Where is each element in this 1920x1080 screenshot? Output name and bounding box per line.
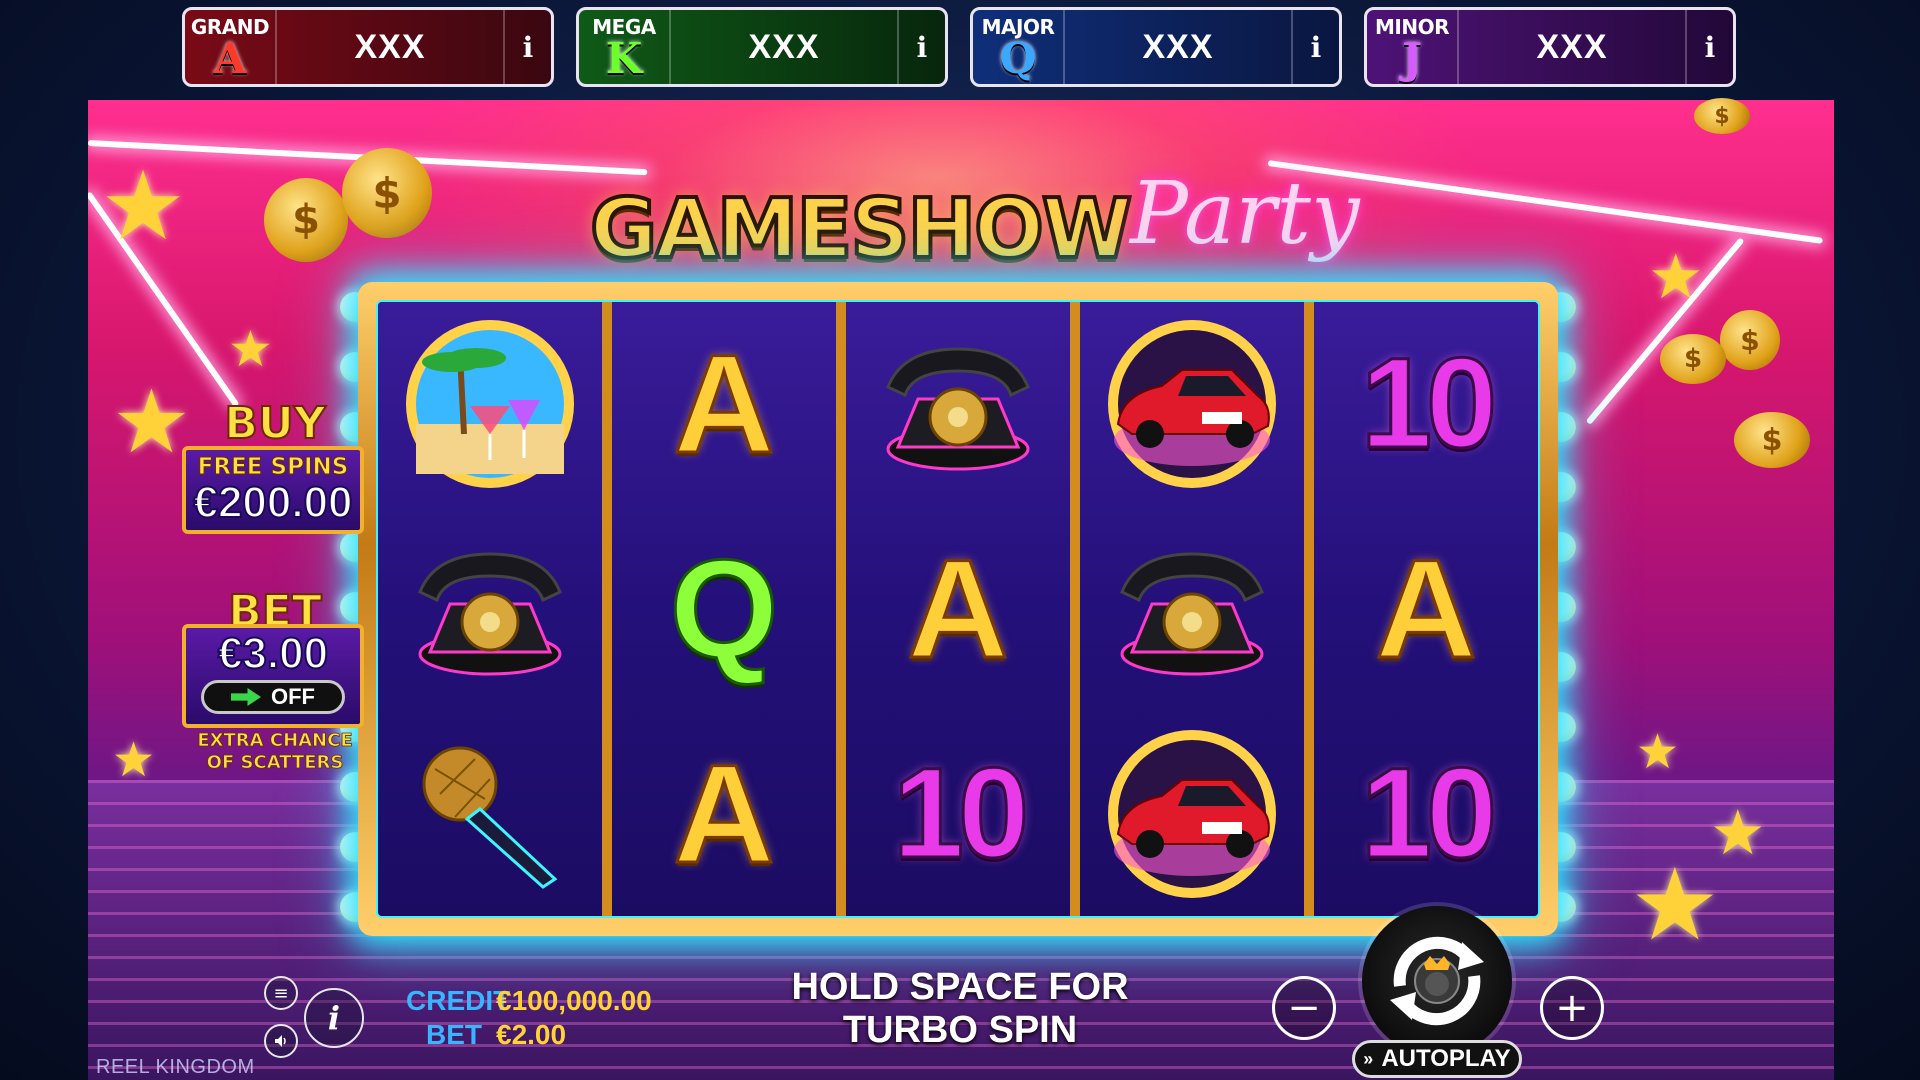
info-icon[interactable]: i bbox=[304, 988, 364, 1048]
increase-bet-button[interactable]: + bbox=[1540, 976, 1604, 1040]
reel-symbol: 10 bbox=[846, 711, 1070, 916]
spin-arrows-icon bbox=[1390, 936, 1484, 1026]
coin-icon: $ bbox=[1734, 412, 1810, 468]
jackpot-letter: J bbox=[1402, 34, 1422, 83]
reel-1 bbox=[378, 302, 602, 916]
autoplay-button[interactable]: » AUTOPLAY bbox=[1352, 1040, 1522, 1078]
jackpot-letter: K bbox=[605, 34, 643, 83]
symbol-q: Q bbox=[668, 530, 780, 687]
symbol-10: 10 bbox=[1359, 332, 1498, 476]
coin-icon: $ bbox=[342, 148, 432, 238]
sports-car-icon bbox=[1108, 320, 1276, 489]
jackpot-info-button[interactable]: i bbox=[897, 10, 945, 84]
jackpot-info-button[interactable]: i bbox=[1291, 10, 1339, 84]
microphone-icon bbox=[422, 746, 558, 889]
jackpot-info-button[interactable]: i bbox=[503, 10, 551, 84]
credit-value: €100,000.00 bbox=[496, 985, 652, 1016]
buy-subtitle: FREE SPINS bbox=[197, 454, 349, 481]
menu-icon[interactable]: ≡ bbox=[264, 976, 298, 1010]
reel-symbol: A bbox=[1314, 507, 1538, 712]
spin-button[interactable] bbox=[1362, 906, 1512, 1056]
reel-symbol: A bbox=[612, 302, 836, 507]
reel-symbol bbox=[1080, 302, 1304, 507]
bet-value: €2.00 bbox=[496, 1019, 567, 1050]
cocktail-beach-icon bbox=[406, 320, 574, 489]
coin-icon: $ bbox=[1694, 98, 1750, 134]
jackpot-value: XXX bbox=[1536, 27, 1608, 66]
sound-icon[interactable] bbox=[264, 1024, 298, 1058]
jackpot-info-button[interactable]: i bbox=[1685, 10, 1733, 84]
arrow-right-icon bbox=[231, 688, 261, 706]
buy-price: €200.00 bbox=[192, 478, 353, 527]
ante-bet-amount: €3.00 bbox=[217, 628, 329, 679]
star-icon: ★ bbox=[1636, 724, 1680, 780]
symbol-10: 10 bbox=[1359, 741, 1498, 885]
logo-word-party: Party bbox=[1130, 164, 1360, 264]
extra-chance-caption: OF SCATTERS bbox=[206, 752, 344, 774]
symbol-a: A bbox=[672, 734, 776, 892]
jackpot-value: XXX bbox=[354, 27, 426, 66]
reel-frame: A Q A A 10 10 A 10 bbox=[358, 282, 1558, 936]
reel-symbol: A bbox=[846, 507, 1070, 712]
reel-symbol bbox=[846, 302, 1070, 507]
telephone-icon bbox=[1120, 552, 1264, 676]
coin-icon: $ bbox=[264, 178, 348, 262]
coin-icon: $ bbox=[1720, 310, 1780, 370]
star-icon: ★ bbox=[1648, 240, 1704, 313]
extra-chance-toggle[interactable]: OFF bbox=[201, 680, 345, 714]
coin-icon: $ bbox=[1660, 334, 1726, 384]
reel-4 bbox=[1070, 302, 1304, 916]
autoplay-label: AUTOPLAY bbox=[1381, 1045, 1511, 1072]
reel-grid: A Q A A 10 10 A 10 bbox=[376, 300, 1540, 918]
autoplay-icon: » bbox=[1363, 1048, 1374, 1069]
reel-symbol bbox=[1080, 507, 1304, 712]
symbol-a: A bbox=[1374, 530, 1478, 687]
jackpot-grand: GRAND A XXX i bbox=[182, 7, 554, 87]
bet-label: BET bbox=[426, 1019, 482, 1050]
jackpot-letter: A bbox=[213, 34, 247, 83]
jackpot-mega: MEGA K XXX i bbox=[576, 7, 948, 87]
decrease-bet-button[interactable]: − bbox=[1272, 976, 1336, 1040]
reel-symbol: 10 bbox=[1314, 302, 1538, 507]
reel-symbol bbox=[378, 507, 602, 712]
jackpot-major: MAJOR Q XXX i bbox=[970, 7, 1342, 87]
star-icon: ★ bbox=[1630, 846, 1720, 963]
telephone-icon bbox=[886, 347, 1030, 471]
turbo-spin-hint: HOLD SPACE FOR TURBO SPIN bbox=[791, 966, 1129, 1051]
toggle-state: OFF bbox=[271, 684, 315, 709]
game-logo: GAMESHOW Party bbox=[588, 164, 1360, 292]
symbol-a: A bbox=[906, 530, 1010, 687]
symbol-10: 10 bbox=[891, 741, 1030, 885]
reel-symbol bbox=[378, 711, 602, 916]
buy-title: BUY bbox=[223, 398, 326, 449]
reel-symbol: A bbox=[612, 711, 836, 916]
reel-3: A 10 bbox=[836, 302, 1070, 916]
reel-symbol: Q bbox=[612, 507, 836, 712]
symbol-a: A bbox=[672, 325, 776, 483]
reel-symbol bbox=[1080, 711, 1304, 916]
star-icon: ★ bbox=[228, 320, 273, 378]
studio-brand: REEL KINGDOM bbox=[96, 1056, 255, 1078]
reel-symbol bbox=[378, 302, 602, 507]
ante-bet-panel: BET €3.00 OFF EXTRA CHANCE OF SCATTERS bbox=[180, 589, 370, 780]
star-icon: ★ bbox=[112, 732, 156, 788]
telephone-icon bbox=[418, 552, 562, 676]
reel-5: 10 A 10 bbox=[1304, 302, 1538, 916]
jackpot-letter: Q bbox=[999, 34, 1037, 83]
reel-2: AQA bbox=[602, 302, 836, 916]
jackpot-value: XXX bbox=[1142, 27, 1214, 66]
jackpot-minor: MINOR J XXX i bbox=[1364, 7, 1736, 87]
logo-word-gameshow: GAMESHOW bbox=[588, 180, 1134, 279]
extra-chance-caption: EXTRA CHANCE bbox=[197, 730, 353, 752]
sports-car-icon bbox=[1108, 729, 1276, 898]
credit-label: CREDIT bbox=[406, 985, 511, 1016]
jackpot-value: XXX bbox=[748, 27, 820, 66]
star-icon: ★ bbox=[100, 150, 187, 262]
balance-display: CREDIT €100,000.00 BET €2.00 bbox=[406, 984, 652, 1052]
buy-free-spins-button[interactable]: BUY FREE SPINS €200.00 bbox=[180, 398, 370, 536]
reel-symbol: 10 bbox=[1314, 711, 1538, 916]
